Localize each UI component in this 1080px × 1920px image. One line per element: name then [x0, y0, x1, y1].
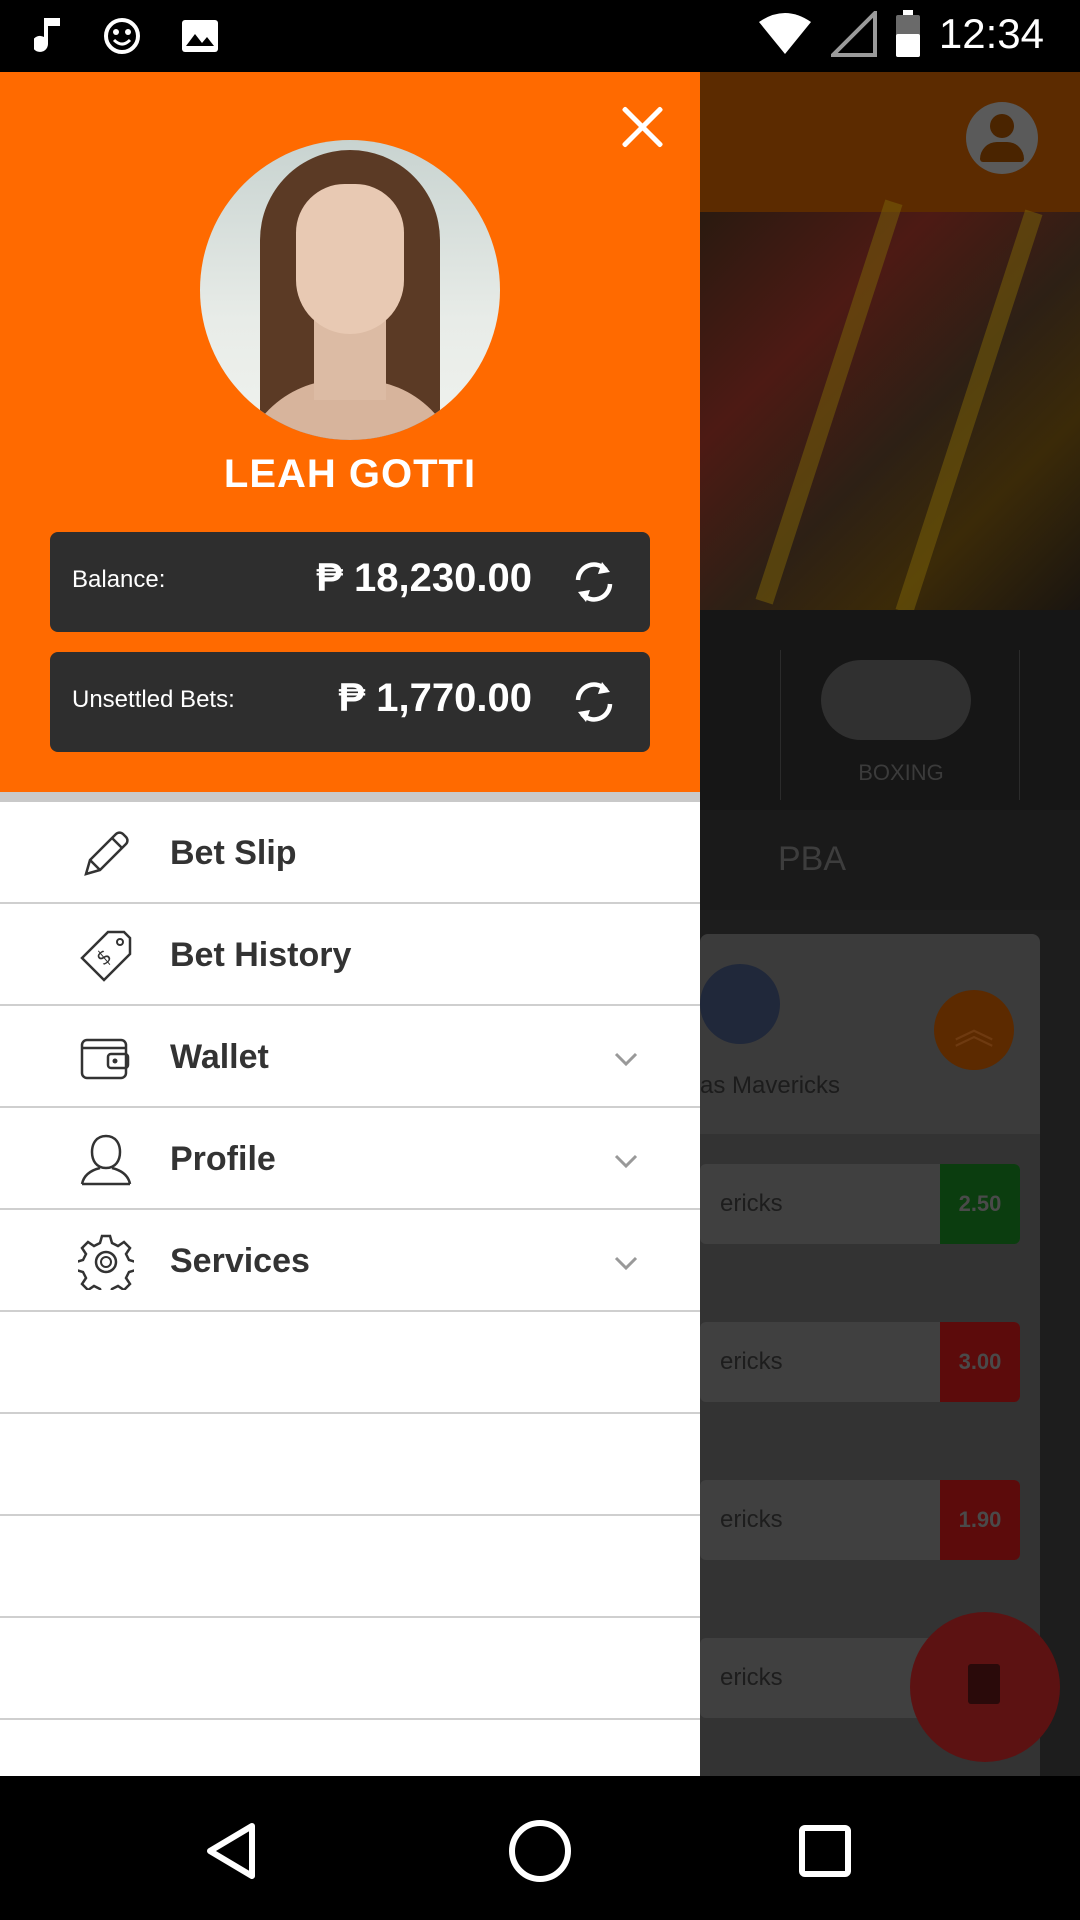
menu-item-bet-history[interactable]: $ Bet History [0, 904, 700, 1006]
chevron-down-icon[interactable] [612, 1248, 640, 1276]
back-icon[interactable] [196, 1816, 266, 1886]
system-nav-bar [0, 1776, 1080, 1920]
unsettled-bets-box: Unsettled Bets: ₱ 1,770.00 [50, 652, 650, 752]
menu-empty-row [0, 1618, 700, 1720]
menu-item-profile[interactable]: Profile [0, 1108, 700, 1210]
betslip-fab [910, 1612, 1060, 1762]
clock: 12:34 [938, 10, 1044, 57]
odds-row: ericks 3.00 [700, 1322, 1020, 1402]
menu-item-bet-slip[interactable]: Bet Slip [0, 802, 700, 904]
gear-icon [78, 1234, 134, 1290]
team-name: as Mavericks [700, 1072, 841, 1099]
user-name: LEAH GOTTI [223, 452, 477, 496]
wallet-icon [80, 1038, 130, 1080]
menu-item-wallet[interactable]: Wallet [0, 1006, 700, 1108]
person-icon [80, 1134, 132, 1186]
tab-pba: PBA [778, 840, 847, 878]
drawer-header: LEAH GOTTI Balance: ₱ 18,230.00 Unsettle… [0, 72, 700, 792]
unsettled-label: Unsettled Bets: [72, 686, 235, 713]
close-icon[interactable] [620, 104, 664, 148]
money-tag-icon: $ [80, 930, 132, 982]
unsettled-amount: ₱ 1,770.00 [338, 676, 533, 720]
odds-row: ericks 2.50 [700, 1164, 1020, 1244]
boxing-glove-icon [821, 660, 971, 740]
refresh-balance-icon[interactable] [568, 556, 620, 608]
image-icon [182, 20, 218, 52]
account-icon [966, 102, 1038, 174]
navigation-drawer: LEAH GOTTI Balance: ₱ 18,230.00 Unsettle… [0, 72, 700, 1776]
menu-item-services[interactable]: Services [0, 1210, 700, 1312]
status-bar: 12:34 [0, 0, 1080, 72]
chevron-down-icon[interactable] [612, 1146, 640, 1174]
signal-icon [830, 11, 877, 57]
collapse-icon: ︽ [934, 990, 1014, 1070]
match-card: as Mavericks ︽ [700, 934, 1040, 1134]
mavericks-logo [700, 964, 780, 1044]
odds-row: ericks 1.90 [700, 1480, 1020, 1560]
refresh-unsettled-icon[interactable] [568, 676, 620, 728]
music-icon [34, 18, 60, 52]
menu-empty-row [0, 1414, 700, 1516]
chevron-down-icon[interactable] [612, 1044, 640, 1072]
drawer-menu: Bet Slip $ Bet History Wallet Profile Se… [0, 802, 700, 1720]
pencil-icon [84, 831, 129, 876]
svg-text:$: $ [91, 944, 116, 971]
balance-label: Balance: [72, 566, 166, 593]
smiley-icon [104, 18, 140, 54]
recents-icon[interactable] [790, 1816, 860, 1886]
menu-empty-row [0, 1312, 700, 1414]
sport-boxing: BOXING [780, 650, 1020, 800]
header-divider [0, 792, 700, 802]
battery-icon [895, 10, 920, 57]
promo-banner [700, 199, 1080, 615]
home-icon[interactable] [505, 1816, 575, 1886]
balance-amount: ₱ 18,230.00 [316, 556, 532, 600]
menu-empty-row [0, 1516, 700, 1618]
wifi-icon [758, 13, 811, 54]
profile-photo[interactable] [200, 140, 500, 440]
balance-box: Balance: ₱ 18,230.00 [50, 532, 650, 632]
